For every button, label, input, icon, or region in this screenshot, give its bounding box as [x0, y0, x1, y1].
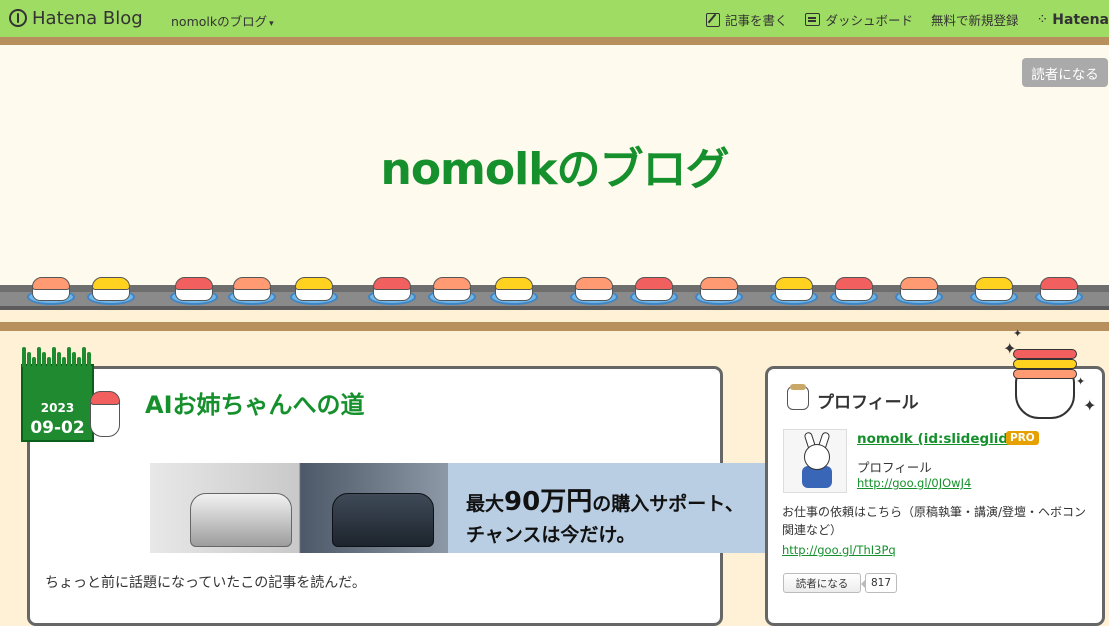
sushi-icon	[233, 277, 271, 301]
date-month-day: 09-02	[23, 418, 92, 438]
grass-blade	[37, 347, 41, 367]
signup-link[interactable]: 無料で新規登録	[931, 10, 1019, 29]
sushi-icon	[975, 277, 1013, 301]
sparkle-icon: ✦	[1003, 341, 1016, 357]
sushi-icon	[433, 277, 471, 301]
sushi-icon	[775, 277, 813, 301]
sushi-icon	[635, 277, 673, 301]
grass-blade	[67, 347, 71, 367]
sparkle-icon: ✦	[1083, 398, 1096, 414]
hatena-dots-icon: ⁘	[1037, 12, 1048, 28]
hatena-label: Hatena	[1052, 12, 1109, 28]
grass-blade	[77, 357, 81, 367]
grass-blade	[32, 357, 36, 367]
profile-description: お仕事の依頼はこちら（原稿執筆・講演/登壇・ヘボコン関連など）	[782, 503, 1088, 539]
sushi-icon	[575, 277, 613, 301]
sushi-icon	[835, 277, 873, 301]
ad-headline: 最大90万円の購入サポート、	[466, 481, 766, 518]
grass-blade	[62, 357, 66, 367]
sushi-icon	[495, 277, 533, 301]
ad-subline: チャンスは今だけ。	[466, 520, 766, 547]
caret-down-icon: ▾	[269, 19, 274, 29]
profile-label: プロフィール	[857, 457, 932, 476]
grass-blade	[82, 347, 86, 367]
hatena-link[interactable]: ⁘ Hatena	[1037, 12, 1109, 28]
ad-copy: 最大90万円の購入サポート、 チャンスは今だけ。	[448, 463, 766, 553]
profile-module-title: プロフィール	[817, 388, 919, 413]
grass-blade	[42, 352, 46, 367]
hatena-blog-logo[interactable]: Hatena Blog	[9, 7, 143, 29]
grass-blade	[47, 357, 51, 367]
work-request-link[interactable]: http://goo.gl/ThI3Pq	[782, 543, 896, 557]
sushi-icon	[1040, 277, 1078, 301]
grass-blade	[87, 352, 91, 367]
write-post-link[interactable]: 記事を書く	[706, 10, 788, 29]
conveyor-base	[0, 306, 1109, 310]
grass-blade	[57, 352, 61, 367]
grass-blade	[52, 347, 56, 367]
grass-blade	[27, 352, 31, 367]
sushi-icon	[92, 277, 130, 301]
sparkle-icon: ✦	[1076, 376, 1085, 387]
blog-menu-dropdown[interactable]: nomolkのブログ▾	[171, 11, 274, 30]
car-ad-image	[150, 463, 448, 553]
dark-car-icon	[332, 493, 434, 547]
reader-count: 817	[865, 573, 897, 593]
header-bottom-border	[0, 322, 1109, 331]
subscribe-small-button[interactable]: 読者になる	[783, 573, 861, 593]
ad-prefix: 最大	[466, 493, 504, 515]
profile-link[interactable]: http://goo.gl/0JOwJ4	[857, 476, 971, 490]
sushi-icon	[900, 277, 938, 301]
pro-badge[interactable]: PRO	[1006, 431, 1039, 445]
dashboard-link[interactable]: ダッシュボード	[805, 10, 913, 29]
tea-cup-icon	[787, 386, 809, 410]
entry-body-text: ちょっと前に話題になっていたこの記事を読んだ。	[45, 572, 366, 592]
ad-banner[interactable]: 最大90万円の購入サポート、 チャンスは今だけ。	[150, 463, 766, 553]
sushi-icon	[700, 277, 738, 301]
hatena-blog-logo-icon	[9, 9, 27, 27]
sparkle-icon: ✦	[1013, 328, 1022, 339]
blog-title[interactable]: nomolkのブログ	[0, 133, 1109, 197]
ad-suffix: の購入サポート、	[592, 493, 744, 515]
logo-text: Hatena Blog	[32, 8, 143, 29]
grass-blade	[22, 347, 26, 367]
profile-name-link[interactable]: nomolk (id:slideglide)	[857, 431, 1023, 447]
white-car-icon	[190, 493, 292, 547]
blog-menu-label: nomolkのブログ	[171, 14, 267, 29]
signup-label: 無料で新規登録	[931, 10, 1019, 29]
date-badge[interactable]: 2023 09-02	[21, 364, 94, 442]
dashboard-icon	[805, 13, 820, 26]
sushi-icon	[32, 277, 70, 301]
ad-amount: 90万円	[504, 487, 592, 517]
sushi-mascot-icon	[1013, 343, 1077, 419]
date-year: 2023	[23, 401, 92, 415]
conveyor-rail	[0, 285, 1109, 292]
tuna-sushi-icon	[90, 391, 120, 437]
sushi-icon	[175, 277, 213, 301]
pencil-icon	[706, 13, 720, 27]
entry-title[interactable]: AIお姉ちゃんへの道	[145, 385, 365, 420]
sushi-icon	[373, 277, 411, 301]
avatar[interactable]	[783, 429, 847, 493]
header-border	[0, 37, 1109, 45]
write-post-label: 記事を書く	[725, 10, 788, 29]
conveyor-belt	[0, 292, 1109, 306]
subscribe-button[interactable]: 読者になる	[1022, 58, 1108, 87]
global-header: Hatena Blog nomolkのブログ▾ 記事を書く ダッシュボード 無料…	[0, 0, 1109, 37]
dashboard-label: ダッシュボード	[825, 10, 913, 29]
grass-blade	[72, 352, 76, 367]
sushi-icon	[295, 277, 333, 301]
header-actions: 記事を書く ダッシュボード 無料で新規登録 ⁘ Hatena	[706, 10, 1109, 29]
